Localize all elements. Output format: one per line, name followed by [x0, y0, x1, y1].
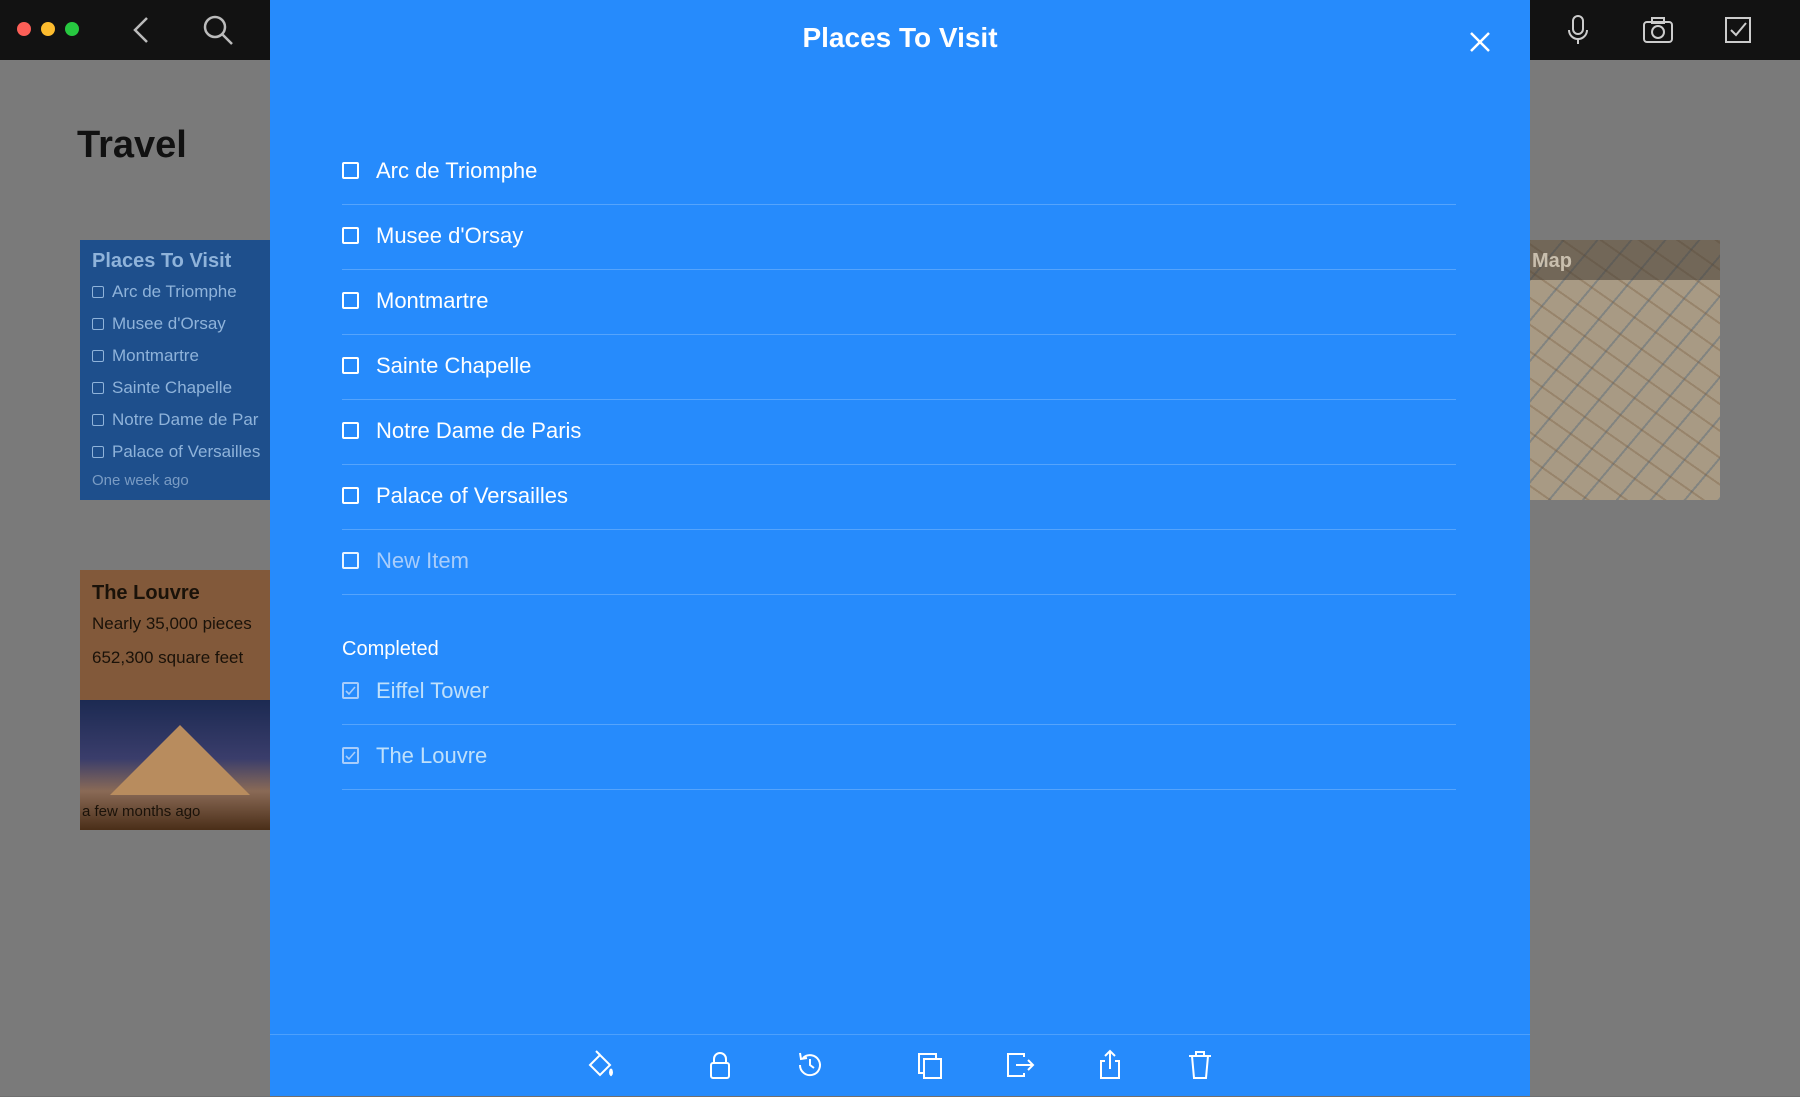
checklist-item[interactable]: Musee d'Orsay [342, 206, 1456, 270]
checkbox[interactable] [342, 292, 359, 309]
close-button[interactable] [1462, 24, 1498, 60]
list-item: Notre Dame de Par [92, 410, 258, 430]
item-label[interactable]: Notre Dame de Paris [376, 418, 581, 444]
item-label[interactable]: Montmartre [376, 288, 488, 314]
item-label[interactable]: Sainte Chapelle [376, 353, 531, 379]
checkbox[interactable] [342, 487, 359, 504]
card-title: Map [1532, 250, 1572, 272]
search-icon[interactable] [200, 12, 236, 48]
checkbox-icon [92, 286, 104, 298]
checkbox[interactable] [342, 552, 359, 569]
map-note-card[interactable]: Map [1510, 240, 1720, 500]
item-label[interactable]: The Louvre [376, 743, 487, 769]
list-item: Montmartre [92, 346, 199, 366]
item-label[interactable]: Palace of Versailles [376, 483, 568, 509]
lock-icon[interactable] [702, 1047, 738, 1083]
card-line: Nearly 35,000 pieces [92, 614, 252, 633]
card-timestamp: One week ago [92, 472, 189, 489]
checked-checkbox[interactable] [342, 682, 359, 699]
window-minimize-dot[interactable] [41, 22, 55, 36]
checkbox[interactable] [342, 162, 359, 179]
checkbox[interactable] [342, 227, 359, 244]
completed-heading: Completed [342, 638, 439, 660]
section-title: Travel [77, 124, 187, 166]
card-title: The Louvre [92, 582, 200, 604]
share-icon[interactable] [1092, 1047, 1128, 1083]
item-label[interactable]: Arc de Triomphe [376, 158, 537, 184]
new-item-input[interactable]: New Item [376, 548, 469, 574]
camera-icon[interactable] [1640, 12, 1676, 48]
list-item: Palace of Versailles [92, 442, 260, 462]
list-item: Arc de Triomphe [92, 282, 237, 302]
note-editor-modal: Places To Visit Arc de Triomphe Musee d'… [270, 0, 1530, 1096]
list-item: Sainte Chapelle [92, 378, 232, 398]
completed-item[interactable]: Eiffel Tower [342, 661, 1456, 725]
move-icon[interactable] [1002, 1047, 1038, 1083]
back-icon[interactable] [125, 12, 161, 48]
completed-item[interactable]: The Louvre [342, 726, 1456, 790]
trash-icon[interactable] [1182, 1047, 1218, 1083]
card-title: Places To Visit [92, 250, 232, 272]
checkbox-icon [92, 414, 104, 426]
card-line: 652,300 square feet [92, 648, 244, 667]
paint-bucket-icon[interactable] [582, 1047, 618, 1083]
duplicate-icon[interactable] [912, 1047, 948, 1083]
pyramid-image [110, 725, 250, 795]
window-zoom-dot[interactable] [65, 22, 79, 36]
checklist-item[interactable]: Palace of Versailles [342, 466, 1456, 530]
checkbox-icon [92, 382, 104, 394]
checkbox-icon [92, 446, 104, 458]
checklist-item[interactable]: Sainte Chapelle [342, 336, 1456, 400]
list-item: Musee d'Orsay [92, 314, 226, 334]
checkbox-icon [92, 318, 104, 330]
item-label[interactable]: Eiffel Tower [376, 678, 489, 704]
close-icon [1470, 32, 1490, 52]
checklist-item[interactable]: Montmartre [342, 271, 1456, 335]
checkbox-icon[interactable] [1720, 12, 1756, 48]
window-close-dot[interactable] [17, 22, 31, 36]
card-timestamp: a few months ago [82, 803, 201, 820]
checklist-item[interactable]: Arc de Triomphe [342, 141, 1456, 205]
checkbox[interactable] [342, 422, 359, 439]
checked-checkbox[interactable] [342, 747, 359, 764]
history-icon[interactable] [792, 1047, 828, 1083]
new-item-row[interactable]: New Item [342, 531, 1456, 595]
checkmark-icon [345, 751, 356, 761]
modal-title: Places To Visit [802, 22, 998, 53]
item-label[interactable]: Musee d'Orsay [376, 223, 523, 249]
microphone-icon[interactable] [1560, 12, 1596, 48]
bottom-toolbar [270, 1034, 1530, 1097]
checklist-item[interactable]: Notre Dame de Paris [342, 401, 1456, 465]
checkbox-icon [92, 350, 104, 362]
checkmark-icon [345, 686, 356, 696]
checkbox[interactable] [342, 357, 359, 374]
